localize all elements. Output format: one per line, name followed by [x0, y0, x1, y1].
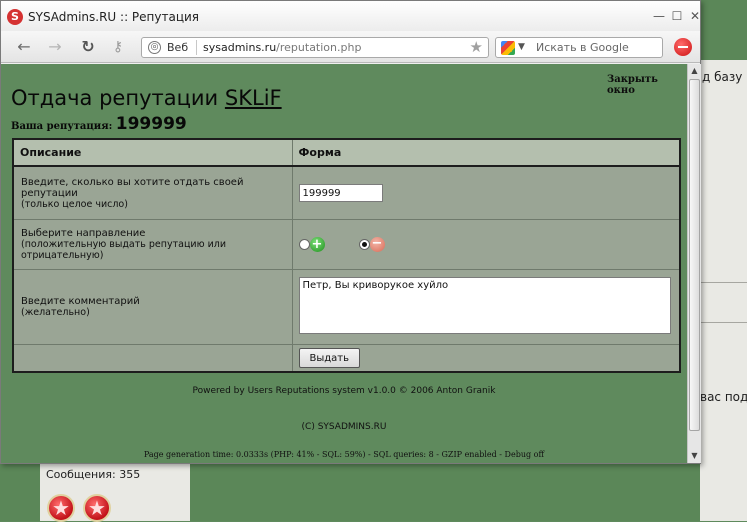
row-form-cell: Выдать [291, 344, 681, 373]
close-window-link[interactable]: Закрыть окно [607, 74, 687, 96]
key-icon[interactable]: ⚷ [109, 38, 127, 56]
page-title-prefix: Отдача репутации [11, 86, 225, 110]
row-form-cell [291, 165, 681, 221]
submit-button[interactable]: Выдать [298, 348, 361, 369]
navigation-toolbar: ← → ↻ ⚷ ◎ Веб sysadmins.ru/reputation.ph… [1, 31, 700, 63]
table-row: Введите комментарий (желательно) Петр, В… [12, 268, 681, 346]
empty-cell [12, 344, 293, 373]
footer-powered: Powered by Users Reputations system v1.0… [192, 386, 496, 396]
row-note: (положительную выдать репутацию или отри… [21, 239, 227, 262]
popup-window: S SYSAdmins.RU :: Репутация — ☐ ✕ ← → ↻ … [0, 0, 701, 464]
footer-stats: Page generation time: 0.0333s (PHP: 41% … [143, 450, 545, 459]
address-bar[interactable]: ◎ Веб sysadmins.ru/reputation.php ★ [141, 37, 489, 58]
negative-radio[interactable] [358, 239, 370, 251]
chevron-down-icon[interactable]: ▼ [518, 42, 525, 52]
row-description: Введите комментарий (желательно) [12, 268, 293, 346]
comment-textarea[interactable]: Петр, Вы криворукое хуйло [298, 277, 671, 335]
row-note: (желательно) [21, 307, 90, 319]
positive-radio[interactable] [298, 239, 310, 251]
header-form: Форма [291, 138, 681, 167]
close-window-button[interactable]: ✕ [687, 8, 703, 24]
plus-icon: + [309, 237, 325, 253]
row-note: (только целое число) [21, 198, 128, 210]
page-content: Закрыть окно Отдача репутации SKLiF Ваша… [1, 64, 687, 463]
title-bar[interactable]: S SYSAdmins.RU :: Репутация — ☐ ✕ [1, 1, 700, 31]
table-row: Выдать [12, 344, 681, 373]
window-title: SYSAdmins.RU :: Репутация [28, 10, 200, 24]
background-divider [700, 322, 747, 323]
scroll-up-icon[interactable]: ▲ [688, 64, 701, 78]
url-path: /reputation.php [276, 41, 362, 54]
row-form-cell: + − [291, 219, 681, 270]
reputation-line: Ваша репутация: 199999 [11, 114, 187, 134]
background-strip [0, 460, 40, 521]
reputation-star-icon[interactable] [47, 494, 75, 522]
search-box[interactable]: ▼ Искать в Google [495, 37, 663, 58]
reputation-value: 199999 [115, 114, 187, 134]
url-host: sysadmins.ru [203, 41, 277, 54]
row-title: Введите комментарий [21, 296, 140, 308]
direction-radio-group: + − [298, 237, 674, 253]
page-title: Отдача репутации SKLiF [11, 86, 282, 110]
row-description: Введите, сколько вы хотите отдать своей … [12, 165, 293, 221]
scroll-thumb[interactable] [689, 79, 700, 431]
google-icon[interactable] [501, 41, 515, 55]
vertical-scrollbar[interactable]: ▲ ▼ [687, 64, 701, 463]
row-form-cell: Петр, Вы криворукое хуйло [291, 268, 681, 346]
background-messages-count: Сообщения: 355 [46, 468, 141, 481]
background-text: д базу [702, 70, 743, 84]
web-label: Веб [167, 41, 189, 54]
globe-icon: ◎ [148, 41, 161, 54]
reputation-label: Ваша репутация: [11, 121, 116, 132]
footer-copyright: (C) SYSADMINS.RU [301, 422, 387, 432]
maximize-button[interactable]: ☐ [669, 8, 685, 24]
table-row: Введите, сколько вы хотите отдать своей … [12, 165, 681, 221]
scroll-down-icon[interactable]: ▼ [688, 449, 701, 463]
app-icon: S [7, 9, 23, 25]
reputation-form-table: Описание Форма Введите, сколько вы хотит… [12, 138, 681, 373]
row-title: Введите, сколько вы хотите отдать своей … [21, 176, 244, 199]
user-link[interactable]: SKLiF [225, 86, 282, 110]
reputation-star-icon[interactable] [83, 494, 111, 522]
background-divider [700, 282, 747, 283]
row-title: Выберите направление [21, 228, 146, 240]
forward-button[interactable]: → [46, 38, 64, 56]
background-text: вас под [700, 390, 747, 404]
background-right-panel [700, 60, 747, 521]
stop-icon[interactable] [674, 38, 692, 56]
minus-icon: − [369, 237, 385, 253]
table-row: Выберите направление (положительную выда… [12, 219, 681, 270]
reload-button[interactable]: ↻ [79, 38, 97, 56]
header-description: Описание [12, 138, 293, 167]
back-button[interactable]: ← [15, 38, 33, 56]
address-divider [196, 40, 197, 55]
row-description: Выберите направление (положительную выда… [12, 219, 293, 270]
url-text[interactable]: sysadmins.ru/reputation.php [203, 41, 361, 54]
search-placeholder: Искать в Google [536, 41, 629, 54]
amount-input[interactable] [298, 184, 383, 203]
minimize-button[interactable]: — [651, 8, 667, 24]
bookmark-star-icon[interactable]: ★ [470, 39, 483, 56]
